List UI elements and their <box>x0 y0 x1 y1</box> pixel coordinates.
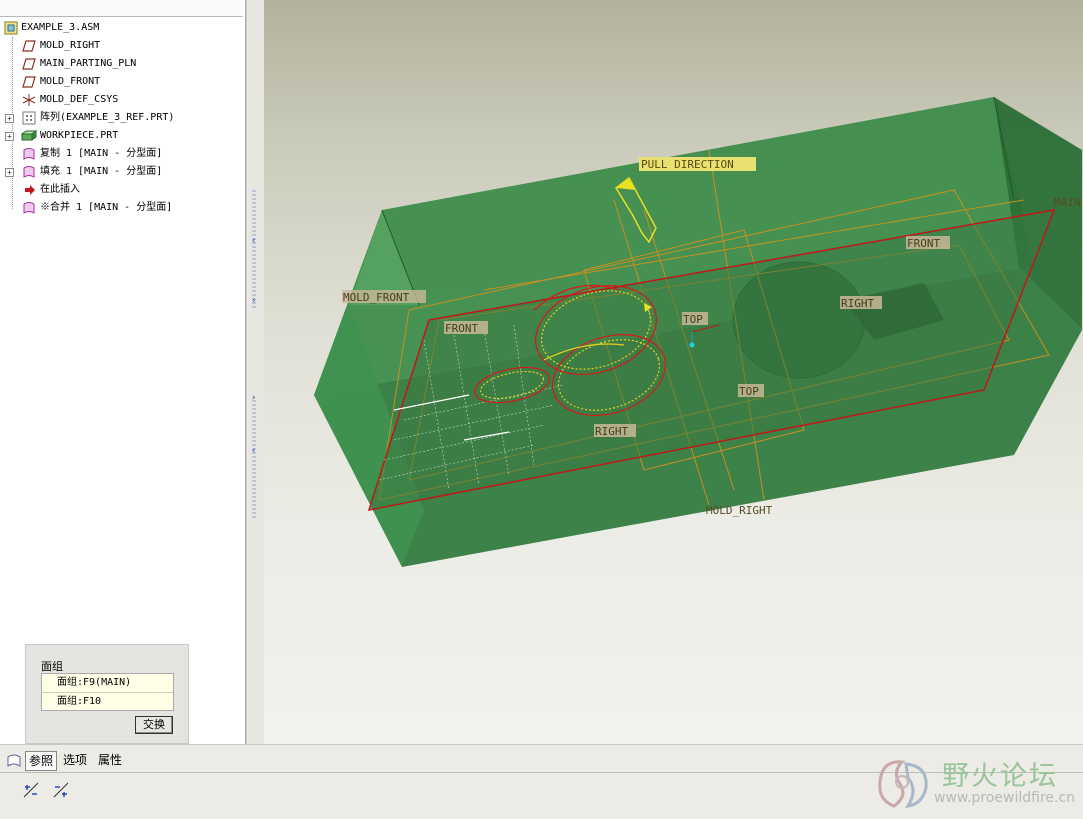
collapse-arrow-icon[interactable]: ‹ <box>251 446 256 456</box>
top-label: TOP <box>739 385 759 398</box>
expand-toggle[interactable]: + <box>5 132 14 141</box>
part-icon <box>20 129 38 143</box>
graphics-viewport[interactable]: PULL DIRECTION MOLD_FRONT FRONT FRONT RI… <box>264 0 1083 744</box>
datum-plane-icon <box>22 57 36 71</box>
tree-item-label: WORKPIECE.PRT <box>40 130 119 141</box>
tree-item-label: 阵列(EXAMPLE_3_REF.PRT) <box>40 112 175 123</box>
quilt-reference-item[interactable]: 面组:F10 <box>42 692 173 711</box>
tree-item-assembly[interactable]: EXAMPLE_3.ASM <box>0 19 245 37</box>
panel-splitter[interactable]: ‹ › › ‹ <box>246 0 265 744</box>
tree-item-label: 填充 1 [MAIN - 分型面] <box>40 166 163 177</box>
front-label: FRONT <box>907 237 940 250</box>
tree-item-pattern[interactable]: + 阵列(EXAMPLE_3_REF.PRT) <box>0 109 245 127</box>
mold-right-label: MOLD_RIGHT <box>706 504 773 517</box>
flip-direction-icon[interactable] <box>52 781 70 799</box>
mold-model-canvas[interactable]: PULL DIRECTION MOLD_FRONT FRONT FRONT RI… <box>264 0 1083 744</box>
quilt-reference-list[interactable]: 面组:F9(MAIN) 面组:F10 <box>41 673 174 711</box>
right-label: RIGHT <box>841 297 874 310</box>
model-tree-panel: EXAMPLE_3.ASM MOLD_RIGHT MAIN_PARTING_PL… <box>0 0 246 744</box>
watermark-text: 野火论坛 <box>942 761 1058 792</box>
surface-icon <box>22 147 36 161</box>
mold-front-label: MOLD_FRONT <box>343 291 410 304</box>
watermark-logo: 野火论坛 www.proewildfire.cn <box>872 752 1077 812</box>
right-label: RIGHT <box>595 425 628 438</box>
splitter-grip[interactable] <box>252 400 256 520</box>
tree-item-label: MOLD_RIGHT <box>40 40 101 51</box>
expand-arrow-icon[interactable]: › <box>251 296 256 306</box>
surface-icon <box>22 201 36 215</box>
tree-item-label: 复制 1 [MAIN - 分型面] <box>40 148 163 159</box>
tree-item-label: EXAMPLE_3.ASM <box>21 22 100 33</box>
tree-item-mold-right[interactable]: MOLD_RIGHT <box>0 37 245 55</box>
expand-arrow-icon[interactable]: › <box>251 393 256 403</box>
expand-toggle[interactable]: + <box>5 168 14 177</box>
tree-item-merge-surface[interactable]: ※合并 1 [MAIN - 分型面] <box>0 199 245 217</box>
front-label: FRONT <box>445 322 478 335</box>
collapse-arrow-icon[interactable]: ‹ <box>251 236 256 246</box>
tree-item-workpiece[interactable]: + WORKPIECE.PRT <box>0 127 245 145</box>
tree-item-fill-surface[interactable]: + 填充 1 [MAIN - 分型面] <box>0 163 245 181</box>
pattern-icon <box>22 111 36 125</box>
splitter-grip[interactable] <box>252 190 256 310</box>
model-tree-header <box>0 0 243 17</box>
surface-tool-icon[interactable] <box>22 781 40 799</box>
expand-toggle[interactable]: + <box>5 114 14 123</box>
tree-item-mold-def-csys[interactable]: MOLD_DEF_CSYS <box>0 91 245 109</box>
datum-plane-icon <box>22 75 36 89</box>
tree-item-insert-here[interactable]: 在此插入 <box>0 181 245 199</box>
tree-item-mold-front[interactable]: MOLD_FRONT <box>0 73 245 91</box>
main-parting-label: MAIN <box>1054 196 1081 209</box>
tab-options[interactable]: 选项 <box>60 751 90 769</box>
dashboard-feature-icon <box>5 752 23 774</box>
tab-references[interactable]: 参照 <box>25 751 58 771</box>
quilt-reference-item[interactable]: 面组:F9(MAIN) <box>42 674 173 692</box>
surface-icon <box>22 165 36 179</box>
popup-title: 面组 <box>41 660 63 673</box>
assembly-icon <box>4 21 18 35</box>
top-label: TOP <box>683 313 703 326</box>
insert-here-arrow-icon <box>23 183 37 197</box>
tab-properties[interactable]: 属性 <box>95 751 125 769</box>
tree-item-main-parting-pln[interactable]: MAIN_PARTING_PLN <box>0 55 245 73</box>
tree-item-label: MOLD_FRONT <box>40 76 101 87</box>
tree-item-label: MOLD_DEF_CSYS <box>40 94 119 105</box>
flame-logo-icon <box>878 760 928 808</box>
datum-plane-icon <box>22 39 36 53</box>
reference-popup: 面组 面组:F9(MAIN) 面组:F10 交换 <box>25 644 189 744</box>
tree-item-label: ※合并 1 [MAIN - 分型面] <box>40 202 173 213</box>
tree-item-label: 在此插入 <box>40 184 80 195</box>
csys-icon <box>22 93 36 107</box>
tree-item-copy-surface[interactable]: 复制 1 [MAIN - 分型面] <box>0 145 245 163</box>
watermark-url: www.proewildfire.cn <box>934 790 1076 806</box>
pull-direction-label: PULL DIRECTION <box>641 158 734 171</box>
swap-button[interactable]: 交换 <box>135 716 173 734</box>
tree-item-label: MAIN_PARTING_PLN <box>40 58 137 69</box>
